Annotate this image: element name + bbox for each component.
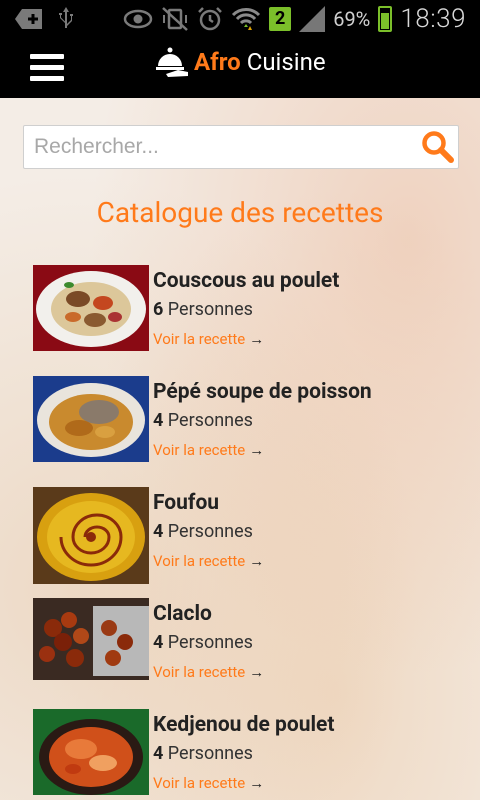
recipe-servings: 4 Personnes	[153, 632, 253, 653]
recipe-photo	[33, 265, 149, 351]
recipe-item[interactable]: Foufou 4 Personnes Voir la recette →	[33, 487, 453, 585]
view-recipe-link[interactable]: Voir la recette →	[153, 552, 264, 570]
search-icon[interactable]	[420, 130, 454, 164]
recipe-name: Foufou	[153, 491, 220, 515]
brand-accent: Afro	[194, 48, 241, 76]
recipe-photo	[33, 598, 149, 680]
recipe-name: Pépé soupe de poisson	[153, 380, 372, 404]
brand-logo: Afro Cuisine	[156, 46, 326, 78]
cloche-icon	[156, 47, 188, 77]
view-recipe-link[interactable]: Voir la recette →	[153, 774, 264, 792]
alarm-icon	[198, 7, 223, 31]
view-recipe-link[interactable]: Voir la recette →	[153, 663, 264, 681]
view-recipe-link[interactable]: Voir la recette →	[153, 441, 264, 459]
recipe-servings: 4 Personnes	[153, 521, 253, 542]
clock: 18:39	[400, 4, 466, 34]
status-bar: 2 69% 18:39	[0, 0, 480, 38]
vibrate-mute-icon	[162, 7, 189, 31]
recipe-photo	[33, 487, 149, 584]
view-recipe-link[interactable]: Voir la recette →	[153, 330, 264, 348]
recipe-servings: 6 Personnes	[153, 299, 253, 320]
recipe-item[interactable]: Pépé soupe de poisson 4 Personnes Voir l…	[33, 376, 453, 474]
recipe-name: Couscous au poulet	[153, 269, 340, 293]
search-bar	[23, 125, 459, 169]
network-badge: 2	[269, 7, 292, 31]
recipe-item[interactable]: Couscous au poulet 6 Personnes Voir la r…	[33, 265, 453, 363]
wifi-icon	[232, 8, 261, 30]
signal-icon	[299, 6, 326, 32]
recipe-servings: 4 Personnes	[153, 743, 253, 764]
recipe-servings: 4 Personnes	[153, 410, 253, 431]
add-notification-icon	[15, 9, 42, 29]
recipe-item[interactable]: Kedjenou de poulet 4 Personnes Voir la r…	[33, 709, 453, 800]
recipe-photo	[33, 709, 149, 795]
recipe-name: Claclo	[153, 602, 212, 626]
recipe-item[interactable]: Claclo 4 Personnes Voir la recette →	[33, 598, 453, 696]
content-area: Catalogue des recettes Couscous au poule…	[0, 98, 480, 800]
page-title: Catalogue des recettes	[96, 196, 384, 229]
battery-percentage: 69%	[333, 7, 371, 31]
menu-icon[interactable]	[30, 54, 64, 82]
battery-icon	[378, 6, 393, 32]
eye-icon	[123, 9, 153, 29]
brand-main: Cuisine	[246, 48, 326, 76]
recipe-name: Kedjenou de poulet	[153, 713, 335, 737]
app-bar: Afro Cuisine	[0, 38, 480, 98]
recipe-photo	[33, 376, 149, 462]
search-input[interactable]	[34, 132, 414, 162]
usb-icon	[59, 7, 73, 28]
